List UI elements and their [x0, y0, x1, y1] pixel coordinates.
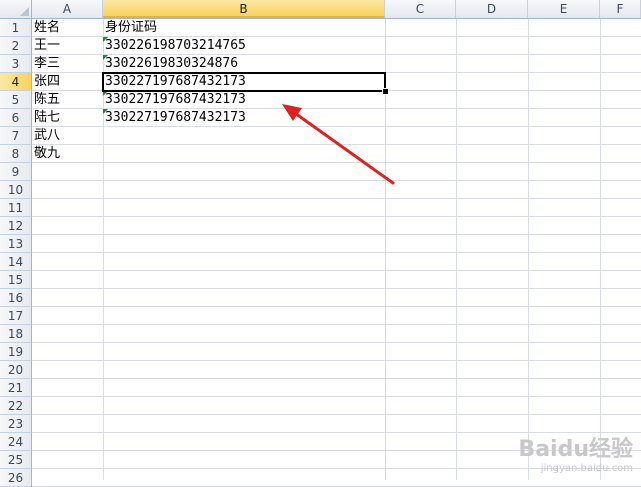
watermark-brand: Baidu经验 — [518, 437, 633, 462]
annotation-arrow — [282, 104, 395, 185]
watermark-url: jingyan.baidu.com — [540, 463, 633, 474]
watermark-logo: Baidu经验 jingyan.baidu.com — [518, 431, 633, 474]
